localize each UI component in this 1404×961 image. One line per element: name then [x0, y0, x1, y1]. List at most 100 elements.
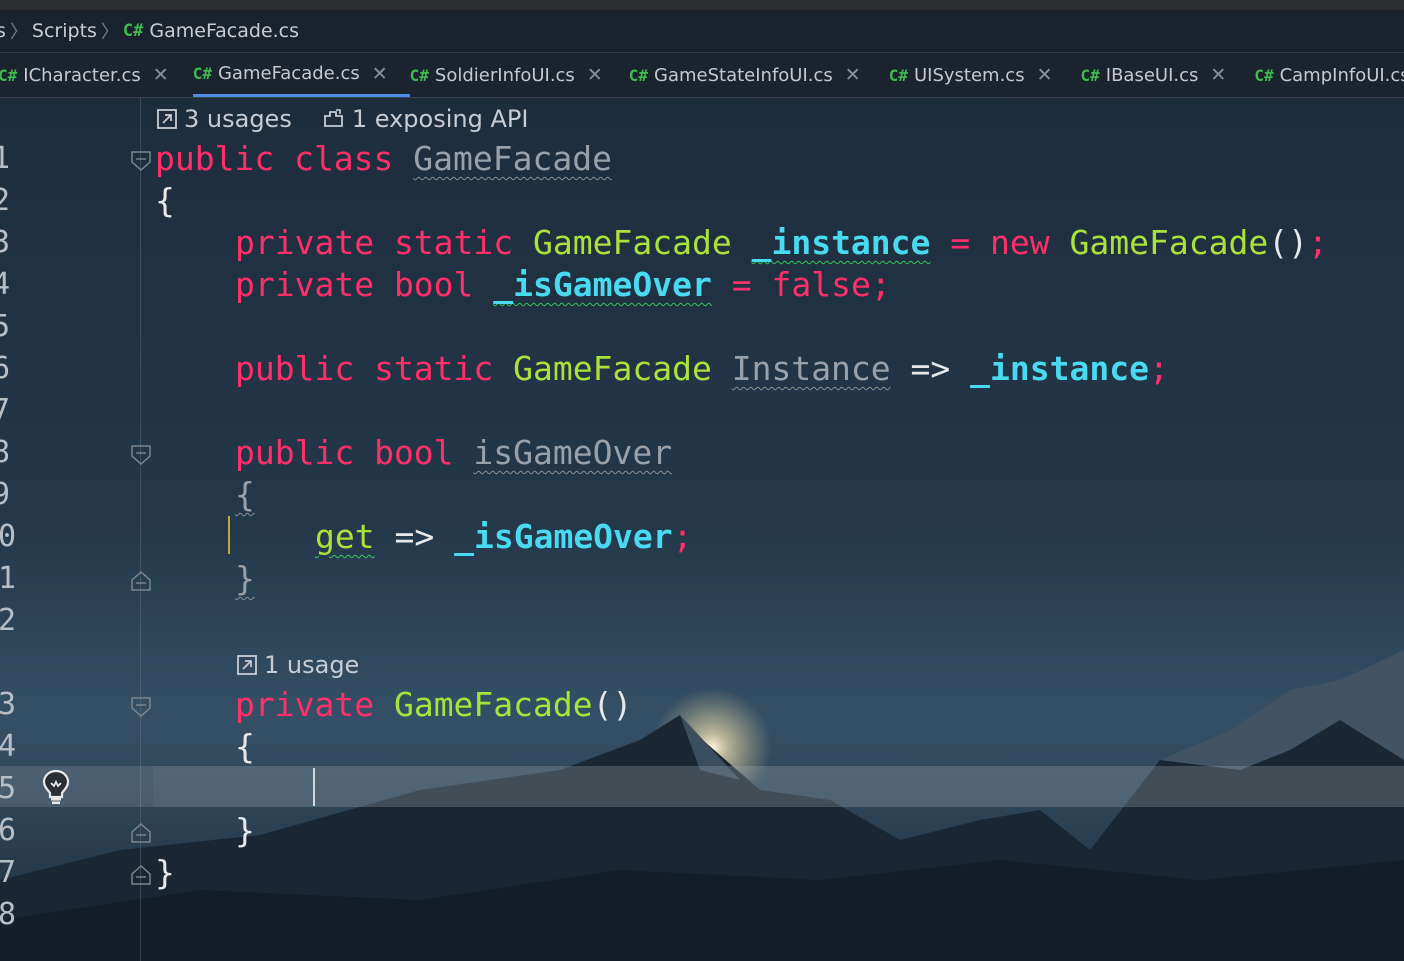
exposing-api-icon	[323, 109, 343, 127]
code-line-11[interactable]: }	[235, 558, 255, 600]
tab-icharacter[interactable]: C# ICharacter.cs ✕	[0, 53, 193, 97]
line-number[interactable]: 16	[0, 810, 20, 852]
parens: ()	[1268, 223, 1308, 262]
brace: }	[235, 559, 255, 598]
code-line-3[interactable]: private static GameFacade _instance = ne…	[235, 222, 1328, 264]
tab-label: GameFacade.cs	[217, 63, 360, 84]
exposing-api-link[interactable]: 1 exposing API	[352, 102, 529, 136]
property-name: Instance	[731, 349, 891, 388]
code-line-17[interactable]: }	[155, 852, 175, 894]
csharp-file-icon: C#	[1254, 65, 1274, 85]
csharp-file-icon: C#	[122, 21, 144, 41]
parens: ()	[592, 685, 633, 724]
fold-icon[interactable]	[130, 822, 152, 844]
constructor-name: GameFacade	[393, 685, 593, 724]
line-number[interactable]: 9	[0, 474, 32, 516]
tab-label: UISystem.cs	[913, 64, 1025, 86]
line-number[interactable]: 13	[0, 684, 20, 726]
fold-icon[interactable]	[130, 864, 152, 886]
csharp-file-icon: C#	[628, 65, 648, 85]
code-line-10[interactable]: get => _isGameOver;	[315, 516, 693, 558]
line-number[interactable]: 3	[0, 222, 32, 264]
code-vision-hints: 3 usages 1 exposing API	[156, 102, 528, 136]
line-number[interactable]: 7	[0, 390, 32, 432]
brace: {	[155, 181, 175, 220]
keyword: new	[990, 223, 1050, 262]
close-icon[interactable]: ✕	[845, 64, 861, 86]
code-line-9[interactable]: {	[235, 474, 255, 516]
csharp-file-icon: C#	[0, 65, 18, 85]
line-number[interactable]: 18	[0, 894, 20, 936]
arrow: =>	[394, 517, 435, 556]
csharp-file-icon: C#	[1080, 65, 1100, 85]
operator: =	[731, 265, 752, 304]
operator: =	[950, 223, 971, 262]
semicolon: ;	[672, 517, 693, 556]
fold-icon[interactable]	[130, 696, 152, 718]
line-number[interactable]: 8	[0, 432, 32, 474]
breadcrumb-folder[interactable]: Scripts	[32, 20, 97, 42]
line-number[interactable]: 12	[0, 600, 20, 642]
code-line-13[interactable]: private GameFacade()	[235, 684, 632, 726]
field-name: _instance	[751, 223, 931, 262]
code-line-14[interactable]: {	[235, 726, 255, 768]
line-number[interactable]: 14	[0, 726, 20, 768]
line-number[interactable]: 4	[0, 264, 32, 306]
lightbulb-icon[interactable]	[40, 768, 72, 806]
keyword: private bool	[235, 265, 474, 304]
window-top-bar	[0, 0, 1404, 10]
close-icon[interactable]: ✕	[1037, 64, 1053, 86]
class-name: GameFacade	[413, 139, 612, 178]
usages-link[interactable]: 3 usages	[184, 102, 292, 136]
editor-tab-bar: C# ICharacter.cs ✕ C# GameFacade.cs ✕ C#…	[0, 52, 1404, 98]
breadcrumb-part[interactable]: s	[0, 20, 6, 42]
line-number[interactable]: 10	[0, 516, 20, 558]
fold-icon[interactable]	[130, 150, 152, 172]
line-number[interactable]: 5	[0, 306, 32, 348]
close-icon[interactable]: ✕	[372, 63, 388, 85]
tab-uisystem[interactable]: C# UISystem.cs ✕	[889, 53, 1081, 97]
type-name: GameFacade	[1069, 223, 1269, 262]
keyword: false	[771, 265, 871, 304]
accessor-keyword: get	[315, 517, 375, 556]
tab-gamestateinfoui[interactable]: C# GameStateInfoUI.cs ✕	[629, 53, 889, 97]
field-name: _isGameOver	[493, 265, 712, 304]
fold-icon[interactable]	[130, 570, 152, 592]
line-number[interactable]: 15	[0, 768, 20, 810]
line-number[interactable]: 1	[0, 138, 32, 180]
line-number[interactable]: 11	[0, 558, 20, 600]
semicolon: ;	[1307, 223, 1328, 262]
change-marker	[228, 516, 230, 554]
property-name: isGameOver	[473, 433, 673, 472]
brace: }	[235, 811, 255, 850]
close-icon[interactable]: ✕	[587, 64, 603, 86]
tab-label: IBaseUI.cs	[1105, 64, 1199, 86]
code-line-4[interactable]: private bool _isGameOver = false;	[235, 264, 891, 306]
code-line-2[interactable]: {	[155, 180, 175, 222]
current-line-highlight-code	[153, 766, 1404, 807]
type-name: GameFacade	[533, 223, 732, 262]
line-number[interactable]: 6	[0, 348, 32, 390]
keyword: private	[235, 685, 375, 724]
close-icon[interactable]: ✕	[153, 64, 169, 86]
close-icon[interactable]: ✕	[1210, 64, 1226, 86]
usages-link[interactable]: 1 usage	[264, 648, 359, 682]
fold-icon[interactable]	[130, 444, 152, 466]
tab-gamefacade[interactable]: C# GameFacade.cs ✕	[192, 53, 410, 97]
chevron-right-icon: 〉	[100, 22, 119, 43]
code-line-1[interactable]: public class GameFacade	[155, 138, 612, 180]
usages-icon	[237, 655, 257, 675]
code-line-6[interactable]: public static GameFacade Instance => _in…	[235, 348, 1169, 390]
line-number[interactable]: 17	[0, 852, 20, 894]
chevron-right-icon: 〉	[9, 22, 28, 43]
tab-soldierinfoui[interactable]: C# SoldierInfoUI.cs ✕	[410, 53, 629, 97]
tab-label: ICharacter.cs	[23, 64, 141, 86]
tab-ibaseui[interactable]: C# IBaseUI.cs ✕	[1081, 53, 1255, 97]
code-line-16[interactable]: }	[235, 810, 255, 852]
tab-campinfoui[interactable]: C# CampInfoUI.cs ✕	[1254, 53, 1404, 97]
brace: }	[155, 853, 175, 892]
csharp-file-icon: C#	[192, 64, 212, 83]
breadcrumb-file[interactable]: GameFacade.cs	[149, 20, 299, 42]
line-number[interactable]: 2	[0, 180, 32, 222]
code-line-8[interactable]: public bool isGameOver	[235, 432, 672, 474]
